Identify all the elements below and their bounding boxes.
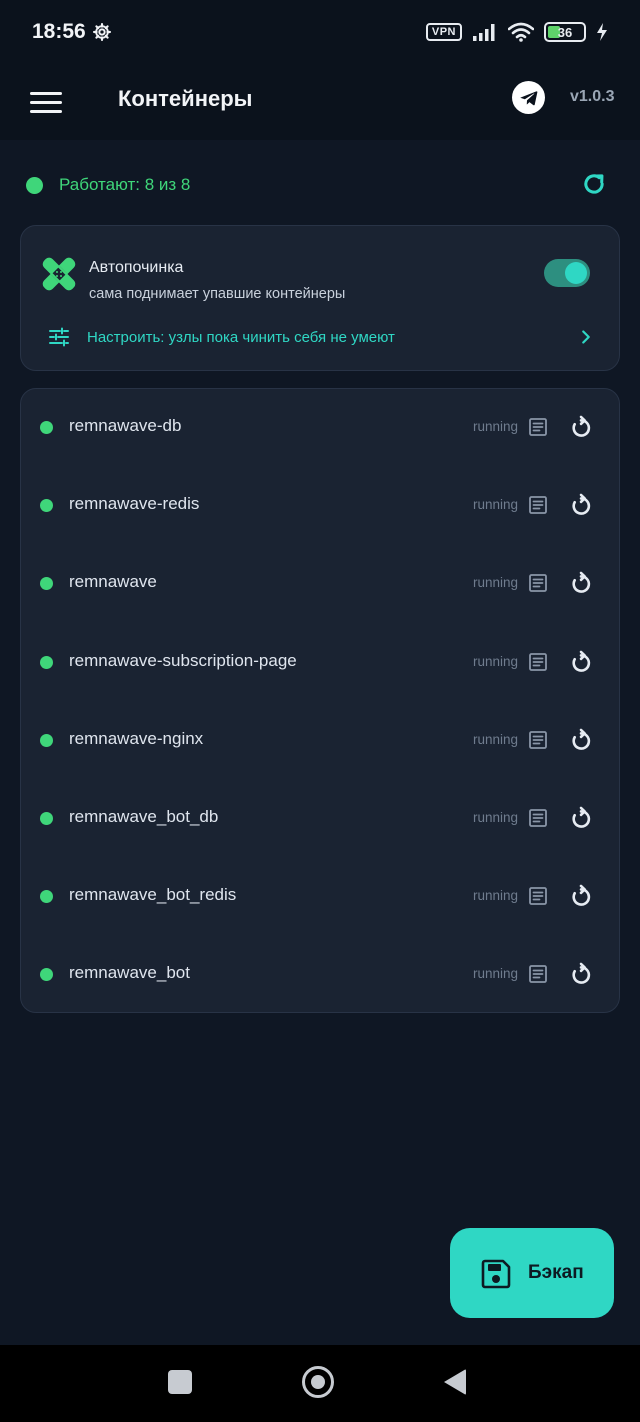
status-time: 18:56 <box>32 20 86 43</box>
restart-icon[interactable] <box>568 415 594 441</box>
container-row[interactable]: remnawave_bot_redis running <box>21 871 621 921</box>
system-nav-bar <box>0 1345 640 1422</box>
restart-icon[interactable] <box>568 884 594 910</box>
save-icon <box>481 1259 511 1289</box>
container-name: remnawave-db <box>69 416 182 435</box>
container-status-dot <box>40 890 53 904</box>
autorepair-toggle[interactable] <box>544 259 590 287</box>
backup-button[interactable]: Бэкап <box>450 1228 614 1318</box>
container-row[interactable]: remnawave_bot_db running <box>21 793 621 843</box>
recents-button[interactable] <box>168 1370 192 1394</box>
telegram-icon[interactable] <box>512 81 545 114</box>
container-status: running <box>473 731 519 747</box>
running-summary: Работают: 8 из 8 <box>26 168 616 202</box>
chevron-right-icon <box>582 330 590 344</box>
logs-icon[interactable] <box>528 417 548 437</box>
container-status-dot <box>40 421 53 434</box>
container-name: remnawave_bot_db <box>69 807 219 826</box>
restart-icon[interactable] <box>568 962 594 988</box>
restart-icon[interactable] <box>568 650 594 676</box>
container-row[interactable]: remnawave running <box>21 558 621 608</box>
container-name: remnawave-nginx <box>69 728 204 748</box>
back-button[interactable] <box>444 1369 466 1395</box>
running-status-dot <box>26 176 43 194</box>
logs-icon[interactable] <box>528 886 548 906</box>
container-row[interactable]: remnawave-redis running <box>21 480 621 530</box>
container-status-dot <box>40 577 53 591</box>
logs-icon[interactable] <box>528 652 548 672</box>
signal-icon <box>473 24 495 41</box>
restart-icon[interactable] <box>568 728 594 754</box>
container-row[interactable]: remnawave-nginx running <box>21 715 621 765</box>
logs-icon[interactable] <box>528 495 548 515</box>
wifi-icon <box>508 22 534 42</box>
hamburger-menu-icon[interactable] <box>30 86 62 118</box>
container-status-dot <box>40 812 53 825</box>
container-row[interactable]: remnawave-db running <box>21 402 621 452</box>
battery-percent: 36 <box>557 24 573 40</box>
container-row[interactable]: remnawave_bot running <box>21 949 621 999</box>
container-status: running <box>473 497 519 513</box>
restart-icon[interactable] <box>568 571 594 597</box>
container-name: remnawave-redis <box>69 494 200 514</box>
status-bar: 18:56 VPN 36 <box>0 0 640 64</box>
container-status: running <box>473 575 519 591</box>
home-button[interactable] <box>302 1366 334 1398</box>
bandage-icon <box>42 257 76 291</box>
container-status-dot <box>40 733 53 747</box>
container-name: remnawave_bot <box>69 963 190 983</box>
container-status: running <box>473 888 519 904</box>
container-name: remnawave_bot_redis <box>69 885 237 905</box>
restart-icon[interactable] <box>568 806 594 832</box>
autorepair-subtitle: сама поднимает упавшие контейнеры <box>89 286 346 302</box>
container-status: running <box>473 653 519 669</box>
backup-button-label: Бэкап <box>528 1262 584 1283</box>
container-name: remnawave-subscription-page <box>69 650 297 670</box>
page-title: Контейнеры <box>118 86 253 111</box>
vpn-badge: VPN <box>425 23 462 41</box>
refresh-icon[interactable] <box>580 170 608 198</box>
container-status: running <box>473 966 519 982</box>
settings-gear-icon <box>92 23 111 42</box>
autorepair-setup-link[interactable]: Настроить: узлы пока чинить себя не умею… <box>47 324 597 350</box>
autorepair-card: Автопочинка сама поднимает упавшие конте… <box>20 225 620 371</box>
sliders-icon <box>49 327 69 347</box>
autorepair-title: Автопочинка <box>89 259 184 276</box>
logs-icon[interactable] <box>528 808 548 828</box>
container-status-dot <box>40 499 53 513</box>
container-row[interactable]: remnawave-subscription-page running <box>21 637 621 687</box>
container-status: running <box>473 810 519 825</box>
logs-icon[interactable] <box>528 964 548 984</box>
app-version: v1.0.3 <box>570 88 615 105</box>
container-name: remnawave <box>69 572 157 592</box>
container-status: running <box>473 419 519 434</box>
restart-icon[interactable] <box>568 493 594 519</box>
running-summary-text: Работают: 8 из 8 <box>59 175 191 194</box>
logs-icon[interactable] <box>528 730 548 750</box>
logs-icon[interactable] <box>528 573 548 593</box>
autorepair-setup-text: Настроить: узлы пока чинить себя не умею… <box>87 328 395 346</box>
battery-icon: 36 <box>544 22 586 42</box>
container-status-dot <box>40 968 53 982</box>
container-status-dot <box>40 655 53 669</box>
toggle-knob <box>565 262 587 284</box>
container-list: remnawave-db running remnawave-redis runnin… <box>20 388 620 1013</box>
charging-icon <box>597 23 607 41</box>
